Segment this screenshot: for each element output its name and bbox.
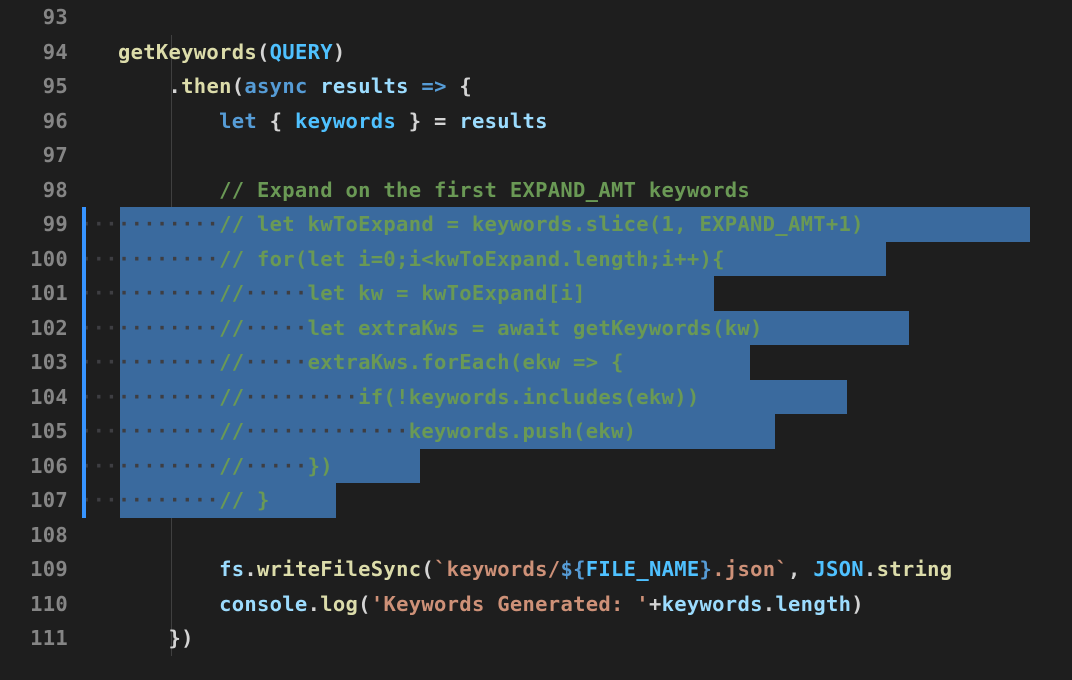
comment: }) [308,454,333,478]
line-number: 110 [0,587,68,622]
constant: FILE_NAME [586,557,700,581]
variable: console [219,592,308,616]
line-number: 98 [0,173,68,208]
comment: // let kwToExpand = keywords.slice(1, EX… [219,212,864,236]
code-line: ···········//·············keywords.push(… [80,414,1072,449]
line-number: 106 [0,449,68,484]
line-number: 96 [0,104,68,139]
paren-close: ) [851,592,864,616]
function-call: getKeywords [118,40,257,64]
line-number: 99 [0,207,68,242]
comment: if(!keywords.includes(ekw)) [358,385,699,409]
comment: // [219,454,244,478]
paren-close: ) [333,40,346,64]
variable: fs [219,557,244,581]
code-line: ···········//·········if(!keywords.inclu… [80,380,1072,415]
line-number: 109 [0,552,68,587]
code-line [80,0,1072,35]
code-line: .then(async results => { [80,69,1072,104]
method: string [877,557,953,581]
comment: // Expand on the first EXPAND_AMT keywor… [219,178,750,202]
comment: extraKws.forEach(ekw => { [308,350,624,374]
constant: JSON [813,557,864,581]
diff-indicator [82,207,86,518]
brace-open: { [459,74,472,98]
code-line [80,138,1072,173]
line-number: 97 [0,138,68,173]
code-line: getKeywords(QUERY) [80,35,1072,70]
equals: = [434,109,459,133]
code-line: ···········// let kwToExpand = keywords.… [80,207,1072,242]
comment: // [219,281,244,305]
comma: , [788,557,813,581]
code-area[interactable]: getKeywords(QUERY) .then(async results =… [80,0,1072,680]
code-line: let { keywords } = results [80,104,1072,139]
variable: results [459,109,548,133]
code-line: ···········//·····extraKws.forEach(ekw =… [80,345,1072,380]
plus: + [649,592,662,616]
comment: // [219,385,244,409]
keyword-let: let [219,109,257,133]
dot: . [169,74,182,98]
dot: . [308,592,321,616]
comment: // for(let i=0;i<kwToExpand.length;i++){ [219,247,725,271]
arrow: => [421,74,446,98]
line-number: 100 [0,242,68,277]
comment: // [219,316,244,340]
code-line: }) [80,621,1072,656]
template-delim: } [700,557,713,581]
brace-close: } [396,109,434,133]
brace-open: { [270,109,295,133]
code-editor[interactable]: 93 94 95 96 97 98 99 100 101 102 103 104… [0,0,1072,680]
method: then [181,74,232,98]
brace-paren-close: }) [169,626,194,650]
line-number: 108 [0,518,68,553]
comment: let kw = kwToExpand[i] [308,281,586,305]
line-number: 94 [0,35,68,70]
comment: keywords.push(ekw) [409,419,637,443]
paren-open: ( [232,74,245,98]
keyword-async: async [244,74,307,98]
line-number: 107 [0,483,68,518]
comment: let extraKws = await getKeywords(kw) [308,316,763,340]
line-number: 111 [0,621,68,656]
code-line: ···········//·····}) [80,449,1072,484]
line-number: 95 [0,69,68,104]
comment: // } [219,488,270,512]
property: length [775,592,851,616]
line-number: 102 [0,311,68,346]
line-number-gutter: 93 94 95 96 97 98 99 100 101 102 103 104… [0,0,80,680]
line-number: 93 [0,0,68,35]
constant: QUERY [270,40,333,64]
code-line: ···········//·····let extraKws = await g… [80,311,1072,346]
line-number: 105 [0,414,68,449]
code-line: fs.writeFileSync(`keywords/${FILE_NAME}.… [80,552,1072,587]
paren-open: ( [421,557,434,581]
paren-open: ( [257,40,270,64]
method: log [320,592,358,616]
code-line: ···········// for(let i=0;i<kwToExpand.l… [80,242,1072,277]
param: results [320,74,409,98]
template-delim: ${ [560,557,585,581]
variable: keywords [662,592,763,616]
dot: . [244,557,257,581]
string: 'Keywords Generated: ' [371,592,649,616]
line-number: 104 [0,380,68,415]
paren-open: ( [358,592,371,616]
comment: // [219,350,244,374]
code-line [80,518,1072,553]
code-line: console.log('Keywords Generated: '+keywo… [80,587,1072,622]
dot: . [763,592,776,616]
template-string: `keywords/ [434,557,560,581]
line-number: 103 [0,345,68,380]
code-line: ···········// } [80,483,1072,518]
dot: . [864,557,877,581]
code-line: // Expand on the first EXPAND_AMT keywor… [80,173,1072,208]
template-string: .json` [712,557,788,581]
method: writeFileSync [257,557,421,581]
comment: // [219,419,244,443]
code-line: ···········//·····let kw = kwToExpand[i] [80,276,1072,311]
line-number: 101 [0,276,68,311]
variable: keywords [295,109,396,133]
